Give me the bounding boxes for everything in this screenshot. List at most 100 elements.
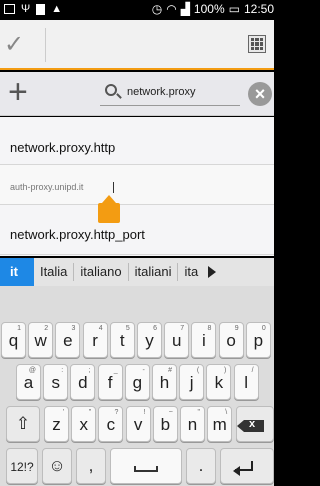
- search-input[interactable]: network.proxy: [100, 82, 240, 106]
- image-icon: [4, 4, 15, 14]
- key-q[interactable]: 1q: [1, 322, 26, 358]
- suggestion-bar: it Italia italiano italiani ita: [0, 258, 274, 286]
- key-d[interactable]: ; d: [70, 364, 96, 400]
- key-b[interactable]: ~ b: [152, 406, 178, 442]
- usb-icon: Ψ: [21, 3, 31, 15]
- search-input-value: network.proxy: [127, 86, 196, 98]
- action-divider: [45, 28, 46, 62]
- preference-list: network.proxy.http auth-proxy.unipd.it n…: [0, 117, 274, 256]
- key-label: n: [187, 415, 198, 434]
- wifi-icon: ◠: [166, 2, 177, 16]
- suggestion-item[interactable]: ita: [178, 263, 204, 281]
- list-item[interactable]: network.proxy.http_port: [0, 205, 274, 255]
- pref-edit-row[interactable]: auth-proxy.unipd.it: [0, 165, 274, 205]
- text-cursor: [113, 182, 114, 193]
- cursor-handle[interactable]: [98, 195, 120, 225]
- key-n[interactable]: " n: [180, 406, 205, 442]
- symbols-key[interactable]: 12!?: [6, 448, 38, 484]
- soft-keyboard: 12!? ☺ , . ⇧ 1q2w3e4r5t6y7u8i9o0p @a:s;d_…: [0, 286, 274, 486]
- key-y[interactable]: 6y: [137, 322, 162, 358]
- suggestion-item[interactable]: it: [0, 258, 34, 286]
- key-e[interactable]: 3e: [55, 322, 81, 358]
- enter-key[interactable]: [220, 448, 274, 484]
- check-icon[interactable]: ✓: [4, 30, 24, 59]
- key-w[interactable]: 2w: [28, 322, 54, 358]
- key-label: z: [52, 415, 61, 434]
- key-label: a: [23, 373, 34, 392]
- key-label: g: [132, 373, 143, 392]
- key-label: s: [51, 373, 60, 392]
- enter-icon: [233, 461, 253, 476]
- key-label: d: [78, 373, 88, 392]
- suggestion-item[interactable]: italiani: [129, 263, 179, 281]
- action-bar: ✓: [0, 20, 274, 70]
- key-v[interactable]: ! v: [125, 406, 151, 442]
- suggestion-item[interactable]: italiano: [74, 263, 129, 281]
- key-label: f: [107, 373, 113, 392]
- key-label: r: [92, 331, 98, 350]
- status-bar: Ψ ▲ ◷ ◠ ▟ 100% ▭ 12:50: [0, 0, 274, 20]
- key-label: q: [8, 331, 19, 350]
- key-a[interactable]: @ a: [16, 364, 41, 400]
- pref-value-field[interactable]: auth-proxy.unipd.it: [10, 182, 83, 192]
- plus-icon[interactable]: +: [8, 74, 28, 110]
- key-l[interactable]: / l: [233, 364, 259, 400]
- key-g[interactable]: -g: [124, 364, 150, 400]
- search-row: + network.proxy ×: [0, 72, 274, 116]
- key-r[interactable]: 4r: [82, 322, 108, 358]
- key-label: e: [63, 331, 73, 350]
- signal-icon: ▟: [180, 2, 190, 16]
- key-c[interactable]: ? c: [98, 406, 124, 442]
- key-label: w: [34, 331, 47, 350]
- shift-key[interactable]: ⇧: [6, 406, 40, 442]
- key-t[interactable]: 5t: [109, 322, 135, 358]
- grid-icon[interactable]: [248, 35, 266, 53]
- key-label: b: [160, 415, 171, 434]
- key-label: k: [214, 373, 224, 392]
- space-icon: [134, 466, 158, 472]
- status-icons-left: Ψ ▲: [4, 3, 62, 15]
- key-u[interactable]: 7u: [164, 322, 190, 358]
- key-label: l: [244, 373, 248, 392]
- key-i[interactable]: 8i: [191, 322, 217, 358]
- clear-icon[interactable]: ×: [248, 82, 272, 106]
- key-label: t: [119, 331, 125, 350]
- battery-percent: 100%: [193, 2, 225, 16]
- status-icons-right: ◷ ◠ ▟ 100% ▭ 12:50: [152, 2, 274, 16]
- key-p[interactable]: 0p: [245, 322, 271, 358]
- key-x[interactable]: " x: [71, 406, 97, 442]
- clock: 12:50: [243, 2, 274, 16]
- period-key[interactable]: .: [186, 448, 216, 484]
- search-icon: [105, 84, 117, 96]
- key-m[interactable]: \ m: [207, 406, 233, 442]
- square-icon: [36, 3, 46, 15]
- key-label: m: [212, 415, 227, 434]
- emoji-key[interactable]: ☺: [42, 448, 72, 484]
- key-label: v: [133, 415, 143, 434]
- key-k[interactable]: ) k: [206, 364, 232, 400]
- space-key[interactable]: [110, 448, 182, 484]
- key-h[interactable]: # h: [152, 364, 177, 400]
- key-label: c: [106, 415, 116, 434]
- key-z[interactable]: ' z: [44, 406, 69, 442]
- more-suggestions-icon[interactable]: [208, 266, 217, 278]
- key-o[interactable]: 9o: [218, 322, 244, 358]
- key-label: u: [171, 331, 182, 350]
- key-label: i: [202, 331, 206, 350]
- pref-name: network.proxy.http_port: [10, 227, 145, 242]
- android-icon: ▲: [51, 3, 63, 15]
- key-label: j: [189, 373, 194, 392]
- key-s[interactable]: :s: [43, 364, 69, 400]
- pref-name: network.proxy.http: [10, 140, 116, 155]
- battery-icon: ▭: [228, 2, 240, 16]
- backspace-key[interactable]: [236, 406, 274, 442]
- key-j[interactable]: (j: [179, 364, 205, 400]
- key-label: x: [79, 415, 88, 434]
- key-f[interactable]: _ f: [97, 364, 123, 400]
- alarm-icon: ◷: [151, 2, 163, 16]
- key-label: h: [159, 373, 170, 392]
- backspace-icon: [237, 418, 264, 432]
- suggestion-item[interactable]: Italia: [34, 263, 75, 281]
- comma-key[interactable]: ,: [76, 448, 106, 484]
- list-item[interactable]: network.proxy.http: [0, 117, 274, 165]
